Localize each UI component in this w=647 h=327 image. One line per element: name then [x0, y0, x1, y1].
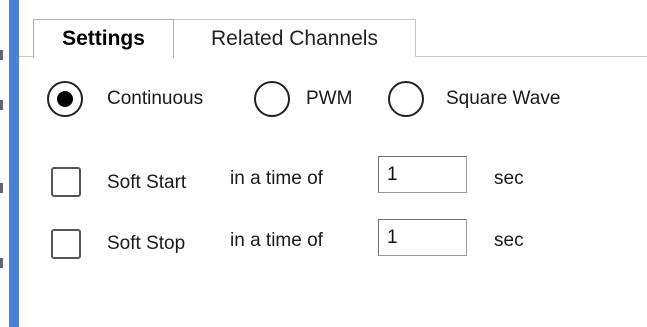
soft-stop-time-input[interactable] [378, 219, 467, 256]
soft-stop-time-prefix: in a time of [230, 230, 323, 251]
radio-continuous-label[interactable]: Continuous [107, 88, 203, 110]
left-edge [0, 0, 9, 327]
radio-pwm-label[interactable]: PWM [306, 88, 352, 110]
soft-start-label[interactable]: Soft Start [107, 172, 186, 194]
radio-pwm[interactable] [254, 81, 290, 117]
soft-stop-label[interactable]: Soft Stop [107, 233, 185, 255]
soft-start-time-input[interactable] [378, 156, 467, 193]
left-edge-tick [0, 50, 3, 60]
soft-start-time-prefix: in a time of [230, 168, 323, 189]
radio-square-wave[interactable] [388, 81, 424, 117]
left-edge-tick [0, 258, 3, 268]
left-edge-tick [0, 100, 3, 110]
settings-panel: Settings Related Channels Continuous PWM… [19, 0, 647, 327]
soft-start-checkbox[interactable] [51, 167, 81, 197]
left-edge-tick [0, 183, 3, 193]
radio-square-wave-label[interactable]: Square Wave [446, 88, 560, 110]
tab-related-channels[interactable]: Related Channels [173, 19, 416, 57]
radio-continuous[interactable] [47, 81, 83, 117]
soft-stop-checkbox[interactable] [51, 229, 81, 259]
tab-settings[interactable]: Settings [33, 19, 174, 58]
soft-start-unit: sec [494, 168, 524, 189]
soft-stop-unit: sec [494, 230, 524, 251]
radio-selected-dot [57, 91, 73, 107]
window-left-border [9, 0, 19, 327]
